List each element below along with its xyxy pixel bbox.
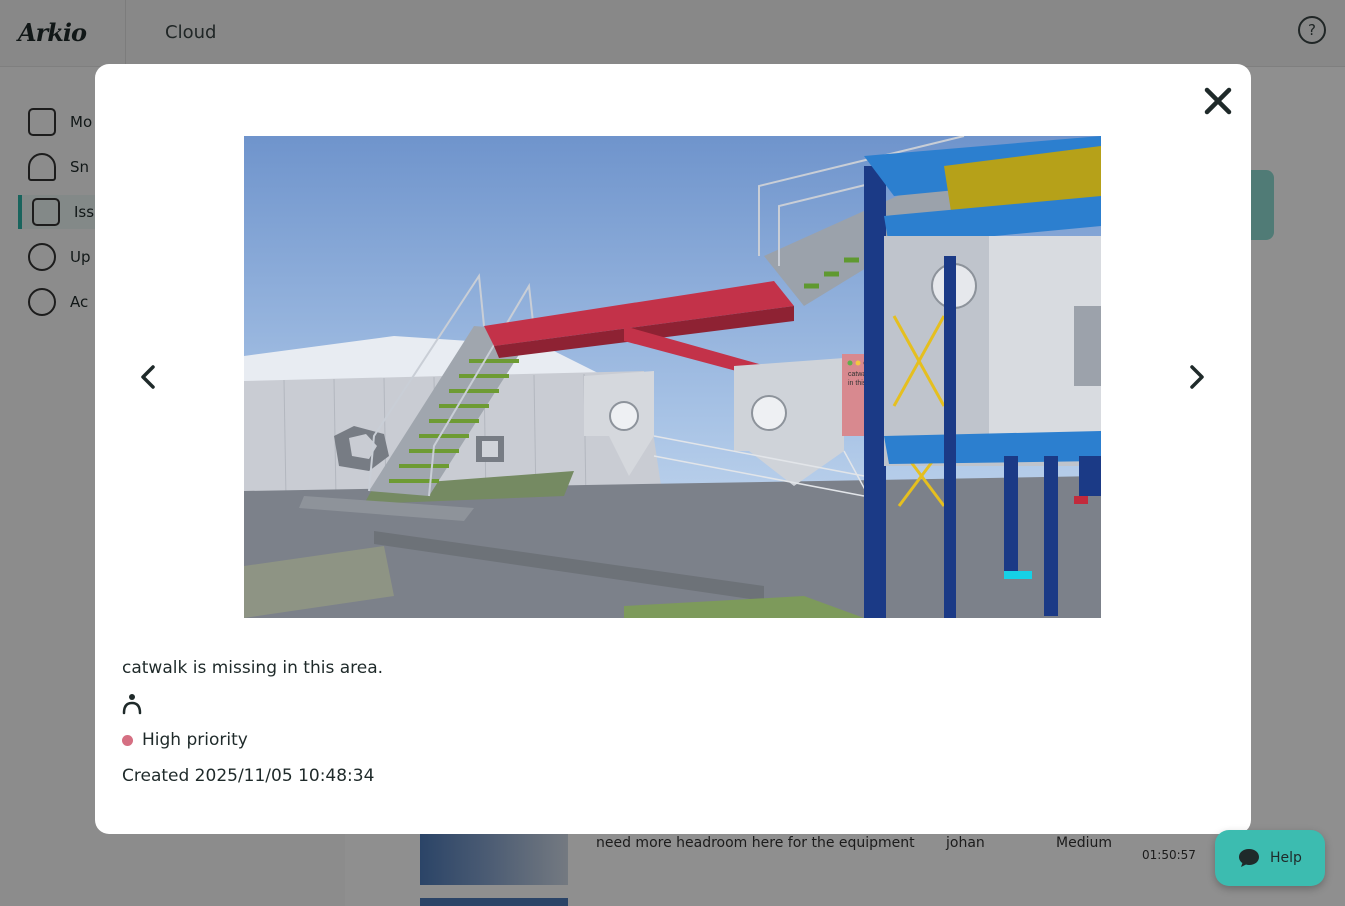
close-icon[interactable]	[1195, 78, 1241, 124]
priority-dot	[122, 734, 133, 746]
help-button[interactable]: Help	[1215, 830, 1325, 886]
priority-label: High priority	[142, 730, 248, 750]
created-timestamp: Created 2025/11/05 10:48:34	[122, 766, 375, 786]
issue-caption: catwalk is missing in this area.	[122, 658, 384, 678]
chevron-left-icon[interactable]	[133, 359, 163, 395]
user-icon	[122, 694, 142, 715]
help-button-label: Help	[1270, 850, 1302, 866]
chat-bubble-icon	[1239, 849, 1260, 867]
issue-screenshot: catwalk is missingin this area.	[244, 136, 1101, 618]
issue-detail-modal: catwalk is missingin this area.	[95, 64, 1251, 834]
priority-indicator: High priority	[122, 730, 248, 750]
chevron-right-icon[interactable]	[1182, 359, 1212, 395]
